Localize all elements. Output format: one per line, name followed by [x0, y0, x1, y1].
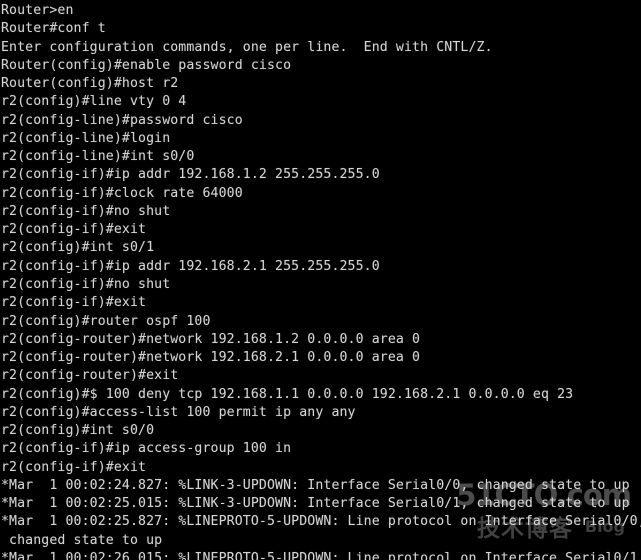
console-line: r2(config-if)#no shut [1, 276, 171, 292]
console-line: r2(config)#$ 100 deny tcp 192.168.1.1 0.… [1, 386, 574, 402]
console-line: r2(config-router)#network 192.168.1.2 0.… [1, 331, 421, 347]
console-line: r2(config-if)#clock rate 64000 [1, 185, 243, 201]
console-line: r2(config)#int s0/0 [1, 423, 155, 439]
console-line: r2(config-router)#network 192.168.2.1 0.… [1, 350, 421, 366]
console-line: r2(config-if)#ip addr 192.168.2.1 255.25… [1, 258, 380, 274]
console-line: changed state to up [1, 532, 163, 548]
console-line: r2(config)#int s0/1 [1, 240, 155, 256]
console-line: *Mar 1 00:02:25.015: %LINK-3-UPDOWN: Int… [1, 496, 630, 512]
console-line: Router>en [1, 3, 74, 18]
console-line: r2(config-line)#login [1, 130, 171, 146]
console-line: r2(config)#line vty 0 4 [1, 94, 187, 110]
console-line: *Mar 1 00:02:24.827: %LINK-3-UPDOWN: Int… [1, 477, 630, 493]
console-line: *Mar 1 00:02:25.827: %LINEPROTO-5-UPDOWN… [1, 514, 641, 530]
console-line: r2(config-if)#ip access-group 100 in [1, 441, 292, 457]
console-line: r2(config)#router ospf 100 [1, 313, 211, 329]
console-line: Enter configuration commands, one per li… [1, 39, 493, 55]
console-line: Router(config)#enable password cisco [1, 57, 292, 73]
console-line: r2(config-if)#no shut [1, 203, 171, 219]
console-line: r2(config-router)#exit [1, 368, 179, 384]
console-line: *Mar 1 00:02:26.015: %LINEPROTO-5-UPDOWN… [1, 550, 641, 560]
console-line: Router#conf t [1, 21, 106, 37]
console-line: Router(config)#host r2 [1, 76, 179, 92]
console-line: r2(config-line)#password cisco [1, 112, 243, 128]
console-line: r2(config)#access-list 100 permit ip any… [1, 404, 356, 420]
console-line: r2(config-if)#exit [1, 459, 147, 475]
console-line: r2(config-line)#int s0/0 [1, 149, 195, 165]
terminal-window[interactable]: 51CTO.com 技术博客 Blog Router>en Router#conf… [0, 0, 641, 560]
console-line: r2(config-if)#exit [1, 295, 147, 311]
console-line: r2(config-if)#ip addr 192.168.1.2 255.25… [1, 167, 380, 183]
console-output: Router>en Router#conf t Enter configuratio… [0, 0, 641, 560]
console-line: r2(config-if)#exit [1, 222, 147, 238]
